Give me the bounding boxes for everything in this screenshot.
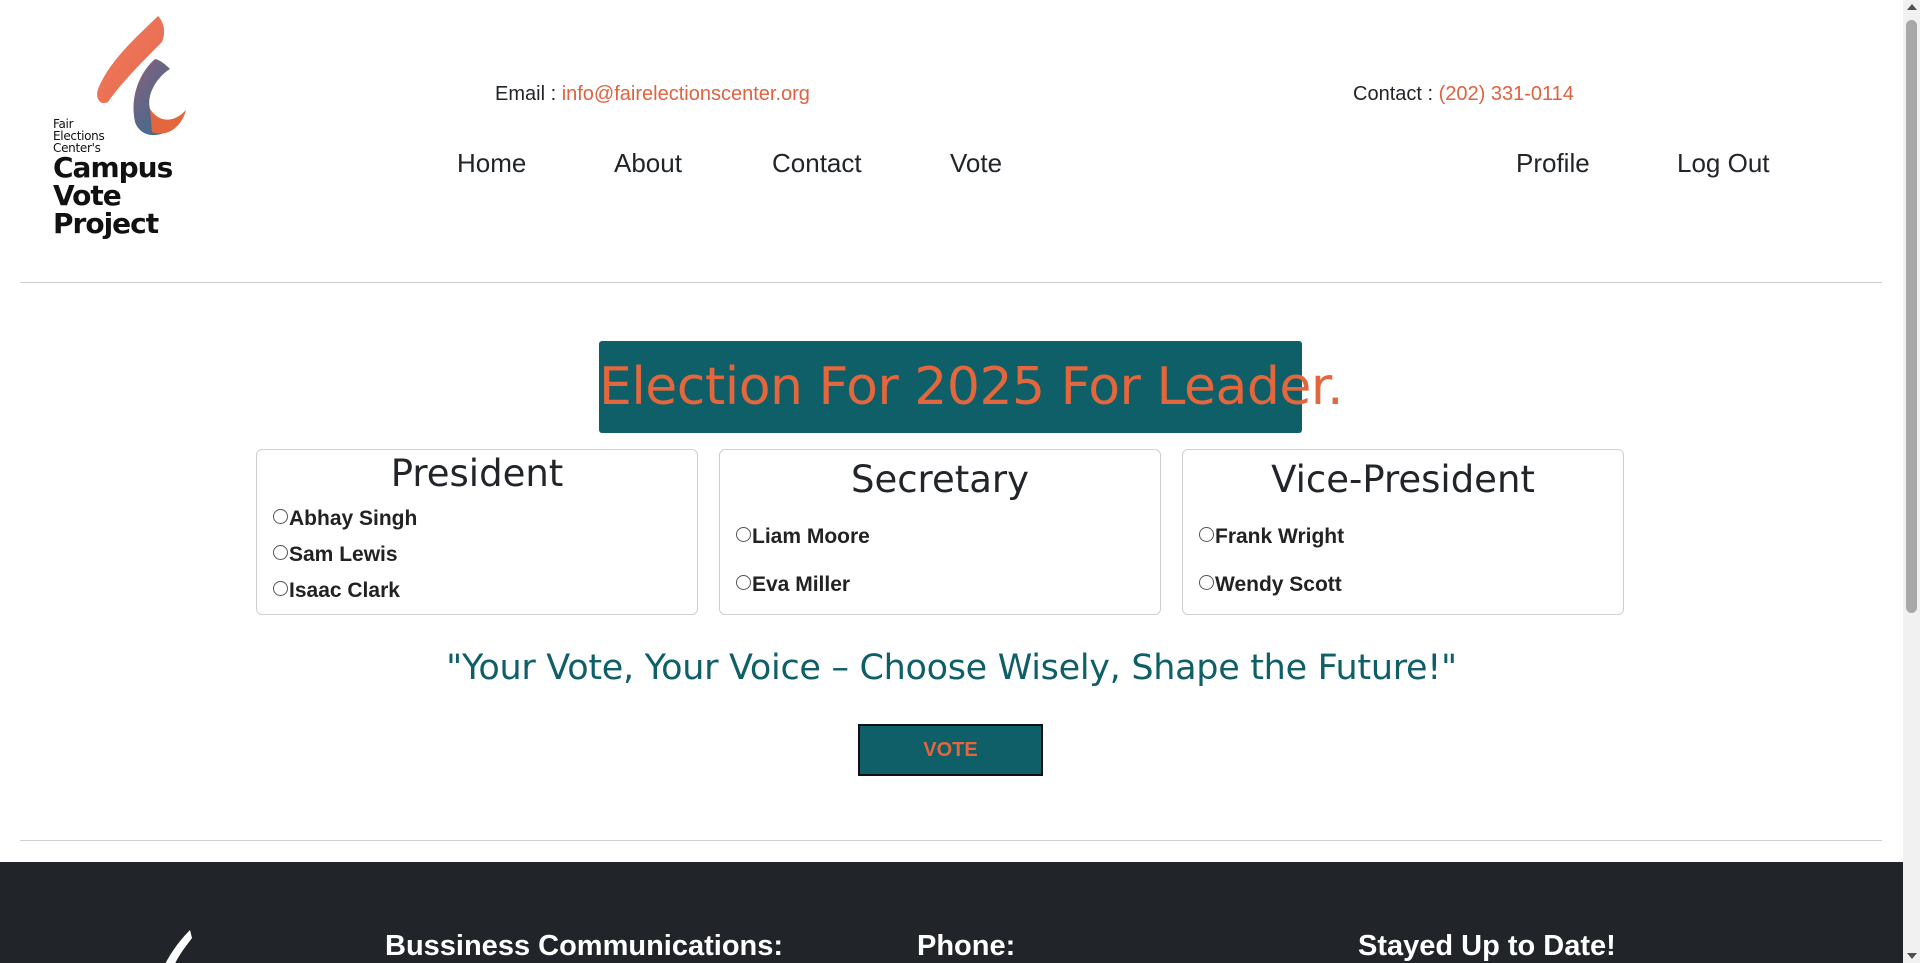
nav-contact[interactable]: Contact <box>772 148 862 179</box>
president-card: President Abhay Singh Sam Lewis Isaac Cl… <box>256 449 698 615</box>
scroll-up-arrow-icon[interactable] <box>1907 4 1917 10</box>
scroll-thumb[interactable] <box>1906 20 1917 613</box>
nav-profile[interactable]: Profile <box>1516 148 1590 179</box>
logo-line-campus: Campus <box>53 151 173 184</box>
footer: Bussiness Communications: Phone: Stayed … <box>0 862 1903 963</box>
card-title-president: President <box>390 452 564 495</box>
option-frank-wright[interactable]: Frank Wright <box>1199 525 1344 549</box>
page-scrollbar[interactable] <box>1903 0 1920 963</box>
radio-button[interactable] <box>736 574 751 590</box>
email-info: Email : info@fairelectionscenter.org <box>495 83 810 106</box>
option-label: Wendy Scott <box>1215 573 1342 596</box>
option-liam-moore[interactable]: Liam Moore <box>736 525 870 549</box>
option-isaac-clark[interactable]: Isaac Clark <box>273 579 400 603</box>
option-abhay-singh[interactable]: Abhay Singh <box>273 507 417 531</box>
footer-phone-heading: Phone: <box>917 930 1016 962</box>
option-label: Isaac Clark <box>289 579 400 602</box>
logo-text: Fair Elections Center's Campus Vote Proj… <box>53 118 173 240</box>
header-divider <box>20 282 1882 283</box>
vote-button[interactable]: VOTE <box>858 724 1043 776</box>
footer-divider <box>20 840 1882 841</box>
nav-about[interactable]: About <box>614 148 682 179</box>
footer-business-heading: Bussiness Communications: <box>385 930 784 962</box>
nav-vote[interactable]: Vote <box>950 148 1002 179</box>
logo-line-project: Project <box>53 207 159 240</box>
email-link[interactable]: info@fairelectionscenter.org <box>562 83 810 105</box>
election-title: Election For 2025 For Leader. <box>599 341 1344 433</box>
card-title-secretary: Secretary <box>850 458 1030 501</box>
scroll-down-arrow-icon[interactable] <box>1907 953 1917 959</box>
option-wendy-scott[interactable]: Wendy Scott <box>1199 573 1342 597</box>
option-label: Sam Lewis <box>289 543 398 566</box>
radio-button[interactable] <box>1199 574 1214 590</box>
option-label: Frank Wright <box>1215 525 1345 548</box>
radio-button[interactable] <box>1199 526 1214 542</box>
slogan: "Your Vote, Your Voice – Choose Wisely, … <box>446 648 1457 688</box>
radio-button[interactable] <box>736 526 751 542</box>
option-label: Liam Moore <box>752 525 870 548</box>
radio-button[interactable] <box>273 544 288 560</box>
footer-flame-icon <box>165 930 192 963</box>
option-eva-miller[interactable]: Eva Miller <box>736 573 850 597</box>
page: Fair Elections Center's Campus Vote Proj… <box>0 0 1903 963</box>
nav-logout[interactable]: Log Out <box>1677 148 1770 179</box>
nav-home[interactable]: Home <box>457 148 526 179</box>
email-label: Email : <box>495 83 562 105</box>
radio-button[interactable] <box>273 580 288 596</box>
contact-label: Contact : <box>1353 83 1439 105</box>
vice-president-card: Vice-President Frank Wright Wendy Scott <box>1182 449 1624 615</box>
radio-button[interactable] <box>273 508 288 524</box>
campus-vote-project-logo[interactable]: Fair Elections Center's Campus Vote Proj… <box>50 14 200 244</box>
option-sam-lewis[interactable]: Sam Lewis <box>273 543 398 567</box>
contact-info: Contact : (202) 331-0114 <box>1353 83 1574 106</box>
footer-updates-heading: Stayed Up to Date! <box>1358 930 1616 962</box>
option-label: Eva Miller <box>752 573 851 596</box>
logo-line-vote: Vote <box>53 179 122 212</box>
secretary-card: Secretary Liam Moore Eva Miller <box>719 449 1161 615</box>
card-title-vice-president: Vice-President <box>1271 458 1535 501</box>
phone-link[interactable]: (202) 331-0114 <box>1439 83 1574 105</box>
option-label: Abhay Singh <box>289 507 418 530</box>
